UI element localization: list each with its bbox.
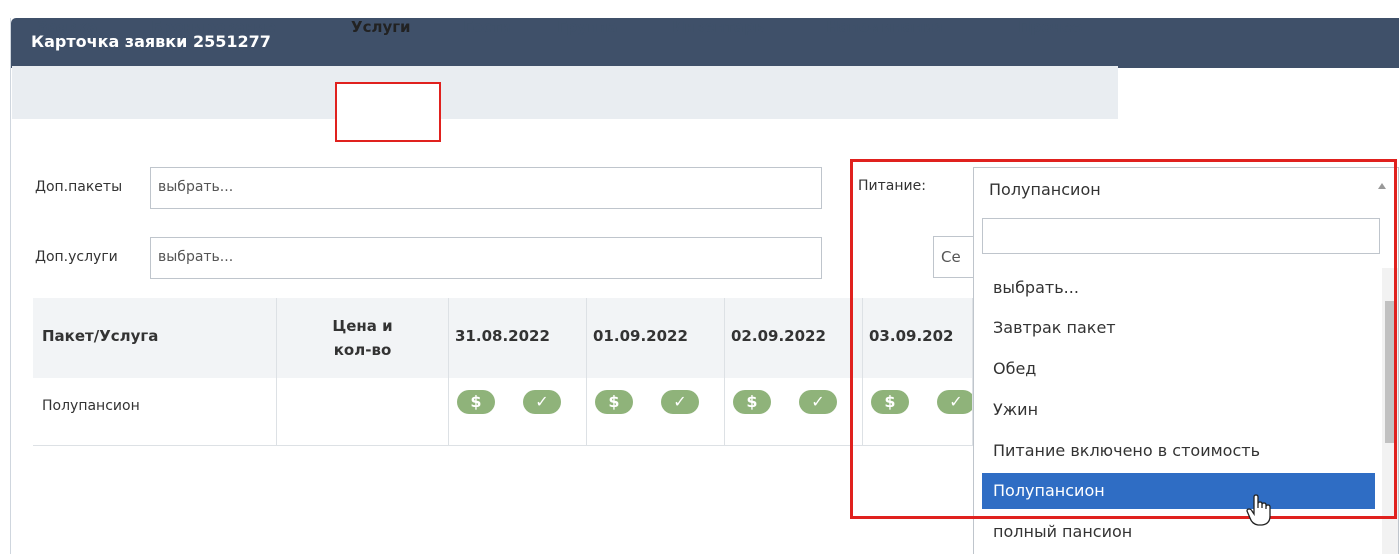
tab-reminders[interactable]: Напоминания	[826, 18, 943, 36]
day-cell-3: $ ✓	[725, 378, 863, 446]
tab-booking[interactable]: Бронирование	[151, 18, 276, 36]
check-pill[interactable]: ✓	[523, 390, 561, 414]
active-tab-highlight	[335, 82, 441, 142]
day-cell-2: $ ✓	[587, 378, 725, 446]
tab-inventory[interactable]: Инвентарь	[672, 18, 764, 36]
price-pill[interactable]: $	[733, 390, 771, 414]
packages-input[interactable]: выбрать...	[150, 167, 822, 209]
check-pill[interactable]: ✓	[661, 390, 699, 414]
tab-request[interactable]: Заявка	[37, 18, 97, 36]
header-date-3: 02.09.2022	[725, 298, 863, 378]
option-full-board[interactable]: полный пансион	[982, 514, 1375, 550]
header-date-2: 01.09.2022	[587, 298, 725, 378]
services-grid: Пакет/Услуга Цена и кол-во 31.08.2022 01…	[33, 298, 973, 446]
tab-group[interactable]: Группа	[557, 18, 618, 36]
price-pill[interactable]: $	[457, 390, 495, 414]
day-cell-1: $ ✓	[449, 378, 587, 446]
row-price	[277, 378, 449, 446]
tab-guests[interactable]: Гости	[463, 18, 511, 36]
tab-services[interactable]: Услуги	[351, 18, 411, 36]
header-package: Пакет/Услуга	[33, 298, 277, 378]
meal-highlight-frame	[850, 159, 1397, 519]
packages-label: Доп.пакеты	[35, 179, 123, 195]
tab-other[interactable]: Прочее	[1018, 18, 1082, 36]
header-date-1: 31.08.2022	[449, 298, 587, 378]
tab-bar	[12, 66, 1118, 119]
hand-cursor-icon	[1246, 494, 1271, 526]
row-name: Полупансион	[33, 378, 277, 446]
header-price-label: Цена и кол-во	[332, 317, 393, 359]
check-pill[interactable]: ✓	[799, 390, 837, 414]
price-pill[interactable]: $	[595, 390, 633, 414]
services-input[interactable]: выбрать...	[150, 237, 822, 279]
services-label: Доп.услуги	[35, 249, 118, 265]
header-price: Цена и кол-во	[277, 298, 449, 378]
